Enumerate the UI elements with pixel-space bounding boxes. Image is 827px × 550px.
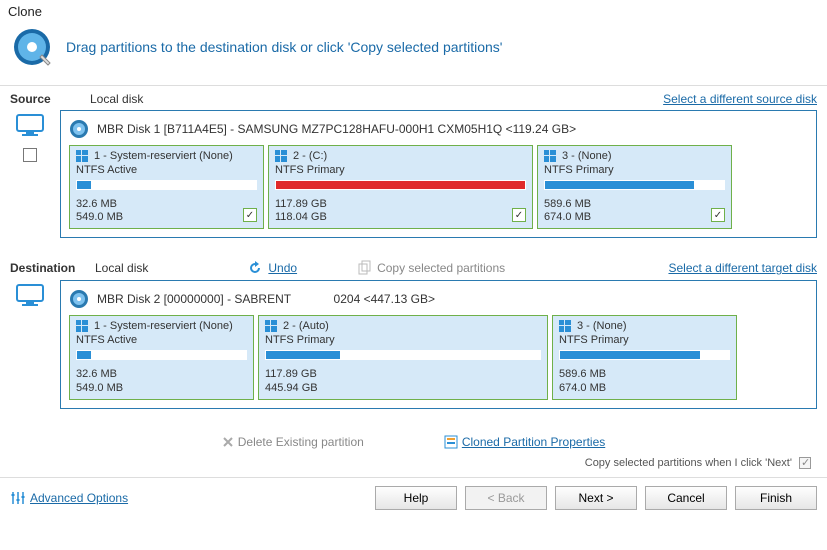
copy-selected-partitions: Copy selected partitions [357,260,505,276]
partition-block[interactable]: 3 - (None) NTFS Primary 589.6 MB674.0 MB✓ [537,145,732,229]
partition-checkbox[interactable]: ✓ [711,208,725,222]
partition-fs: NTFS Primary [275,164,526,176]
clone-disk-icon [12,27,52,67]
destination-body: MBR Disk 2 [00000000] - SABRENT 0204 <44… [0,280,827,424]
properties-icon [444,435,458,449]
partition-fs: NTFS Active [76,164,257,176]
partition-stats: 32.6 MB549.0 MB [76,368,247,394]
partition-title: 3 - (None) [562,150,612,162]
copy-icon [357,260,373,276]
monitor-icon [16,284,44,306]
sliders-icon [10,490,26,506]
next-button[interactable]: Next > [555,486,637,510]
partition-fs: NTFS Active [76,334,247,346]
destination-local-disk: Local disk [95,261,148,275]
partition-stats: 589.6 MB674.0 MB [544,198,725,224]
undo-icon[interactable] [248,260,264,276]
select-different-source-link[interactable]: Select a different source disk [663,92,817,106]
source-label: Source [10,92,80,106]
partition-title: 2 - (C:) [293,150,327,162]
partition-stats: 117.89 GB445.94 GB [265,368,541,394]
hero-text: Drag partitions to the destination disk … [66,39,502,55]
cancel-button[interactable]: Cancel [645,486,727,510]
source-select-all-checkbox[interactable] [23,148,37,162]
partition-stats: 32.6 MB549.0 MB [76,198,257,224]
partition-block[interactable]: 1 - System-reserviert (None) NTFS Active 3… [69,145,264,229]
source-header-row: Source Local disk Select a different sou… [0,86,827,110]
window-title: Clone [0,0,827,23]
copy-selected-label: Copy selected partitions [377,261,505,275]
partition-block[interactable]: 2 - (Auto) NTFS Primary 117.89 GB445.94 GB [258,315,548,399]
partition-block[interactable]: 1 - System-reserviert (None) NTFS Active 3… [69,315,254,399]
delete-existing-partition: Delete Existing partition [222,435,364,449]
partition-checkbox[interactable]: ✓ [512,208,526,222]
partition-block[interactable]: 3 - (None) NTFS Primary 589.6 MB674.0 MB [552,315,737,399]
partition-stats: 589.6 MB674.0 MB [559,368,730,394]
copy-on-next-label: Copy selected partitions when I click 'N… [585,457,792,469]
partition-block[interactable]: 2 - (C:) NTFS Primary 117.89 GB118.04 GB✓ [268,145,533,229]
hero-banner: Drag partitions to the destination disk … [0,23,827,86]
partition-fs: NTFS Primary [559,334,730,346]
disk-icon [69,289,89,309]
partition-title: 2 - (Auto) [283,320,329,332]
source-body: MBR Disk 1 [B711A4E5] - SAMSUNG MZ7PC128… [0,110,827,254]
partition-title: 3 - (None) [577,320,627,332]
cloned-partition-properties-link[interactable]: Cloned Partition Properties [444,435,605,449]
help-button[interactable]: Help [375,486,457,510]
partition-checkbox[interactable]: ✓ [243,208,257,222]
destination-disk-frame: MBR Disk 2 [00000000] - SABRENT 0204 <44… [60,280,817,408]
undo-link[interactable]: Undo [268,261,297,275]
select-different-target-link[interactable]: Select a different target disk [668,261,817,275]
usage-bar [76,350,247,360]
back-button: < Back [465,486,547,510]
destination-disk-info: MBR Disk 2 [00000000] - SABRENT 0204 <44… [97,292,435,306]
source-disk-info: MBR Disk 1 [B711A4E5] - SAMSUNG MZ7PC128… [97,122,576,136]
destination-header-row: Destination Local disk Undo Copy selecte… [0,254,827,280]
finish-button[interactable]: Finish [735,486,817,510]
monitor-icon [16,114,44,136]
usage-bar [76,180,257,190]
footer: Advanced Options Help < Back Next > Canc… [0,478,827,518]
destination-label: Destination [10,261,85,275]
usage-bar [275,180,526,190]
copy-on-next-checkbox[interactable]: ✓ [799,457,811,469]
source-disk-frame: MBR Disk 1 [B711A4E5] - SAMSUNG MZ7PC128… [60,110,817,238]
disk-icon [69,119,89,139]
source-local-disk: Local disk [90,92,143,106]
advanced-options-link[interactable]: Advanced Options [10,490,128,506]
usage-bar [544,180,725,190]
partition-fs: NTFS Primary [265,334,541,346]
usage-bar [265,350,541,360]
partition-title: 1 - System-reserviert (None) [94,150,233,162]
partition-stats: 117.89 GB118.04 GB [275,198,526,224]
delete-icon [222,436,234,448]
copy-on-next-row: Copy selected partitions when I click 'N… [0,453,827,478]
partition-fs: NTFS Primary [544,164,725,176]
bottom-links: Delete Existing partition Cloned Partiti… [0,425,827,453]
partition-title: 1 - System-reserviert (None) [94,320,233,332]
usage-bar [559,350,730,360]
